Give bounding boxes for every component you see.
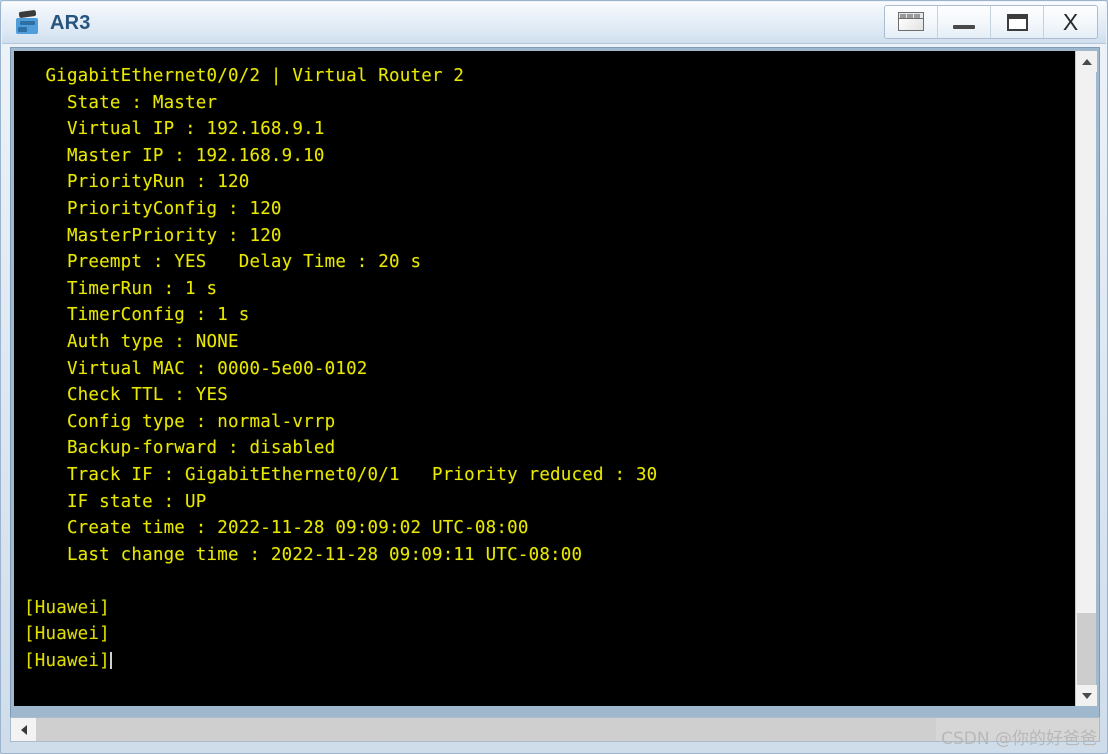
- vertical-scrollbar-thumb[interactable]: [1077, 613, 1096, 685]
- chevron-up-icon: [1081, 58, 1092, 65]
- scroll-left-button[interactable]: [11, 718, 36, 741]
- maximize-window-button[interactable]: [991, 6, 1044, 38]
- router-icon: [16, 9, 42, 35]
- title-bar[interactable]: AR3 X: [2, 2, 1106, 44]
- restore-window-button[interactable]: [885, 6, 938, 38]
- window-controls: X: [884, 5, 1098, 39]
- minimize-window-button[interactable]: [938, 6, 991, 38]
- window-title: AR3: [50, 11, 91, 34]
- console-output-area[interactable]: GigabitEthernet0/0/2 | Virtual Router 2 …: [14, 51, 1076, 706]
- console-command-output: GigabitEthernet0/0/2 | Virtual Router 2 …: [45, 66, 658, 565]
- title-bar-left: AR3: [16, 8, 91, 38]
- close-window-button[interactable]: X: [1044, 6, 1097, 38]
- terminal-window: AR3 X GigabitEthernet0/0/2 | Virtual Rou…: [0, 0, 1108, 754]
- horizontal-scrollbar[interactable]: [10, 717, 1100, 742]
- vertical-scrollbar[interactable]: [1075, 51, 1097, 706]
- console-prompt-line: [Huawei]: [24, 624, 110, 645]
- chevron-down-icon: [1081, 692, 1092, 699]
- console-prompt-line: [Huawei]: [24, 597, 110, 618]
- text-cursor: [109, 652, 112, 670]
- restore-icon: [898, 12, 924, 32]
- horizontal-scrollbar-track-right[interactable]: [936, 718, 1099, 741]
- horizontal-scrollbar-thumb[interactable]: [36, 718, 936, 741]
- maximize-icon: [1006, 13, 1028, 31]
- scroll-down-button[interactable]: [1076, 685, 1097, 706]
- minimize-icon: [953, 25, 975, 29]
- chevron-left-icon: [20, 724, 27, 735]
- console-frame: GigabitEthernet0/0/2 | Virtual Router 2 …: [10, 47, 1100, 724]
- console-prompt-line: [Huawei]: [24, 651, 110, 672]
- scroll-up-button[interactable]: [1076, 51, 1097, 72]
- close-icon: X: [1062, 8, 1079, 35]
- console-text: GigabitEthernet0/0/2 | Virtual Router 2 …: [24, 63, 657, 675]
